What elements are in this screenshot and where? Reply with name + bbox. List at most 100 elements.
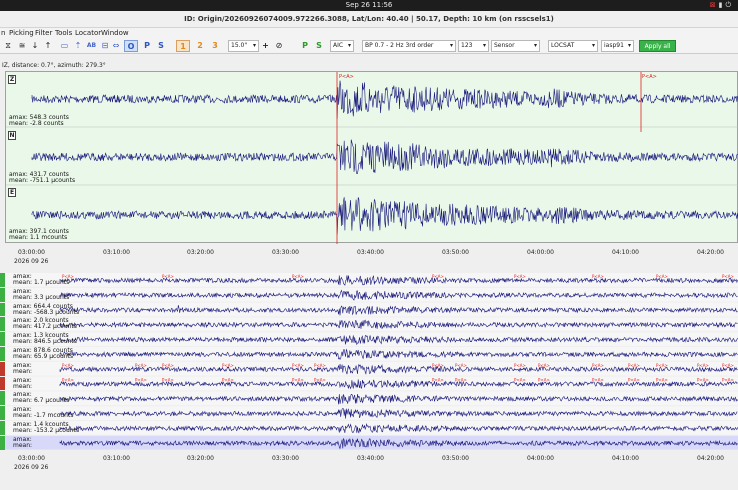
time-tick: 03:00:00 [18, 249, 45, 256]
pick-marker-label[interactable]: P<A> [592, 378, 604, 383]
pick-marker-label[interactable]: P<A> [455, 363, 467, 368]
sort-up-icon[interactable]: ↑ [43, 40, 53, 52]
menu-item-filter[interactable]: Filter [35, 29, 52, 37]
pick-marker-label[interactable]: P<A> [514, 363, 526, 368]
pick-marker-label[interactable]: P<A> [592, 274, 604, 279]
pick-marker-label[interactable]: P<A> [722, 378, 734, 383]
pick-marker-label[interactable]: P<A> [292, 378, 304, 383]
time-tick: 04:00:00 [527, 249, 554, 256]
station-status-bar [0, 421, 5, 435]
station-mean: mean: 3.3 µcounts [13, 293, 70, 301]
pick-marker-label[interactable]: P<A> [339, 74, 354, 80]
apply-all-button[interactable]: Apply all [639, 40, 676, 52]
hide-icon[interactable]: ⊘ [274, 40, 284, 52]
pick-marker-label[interactable]: P<A> [592, 363, 604, 368]
pick-marker-label[interactable]: P<A> [135, 378, 147, 383]
picker-select[interactable]: AIC [330, 40, 354, 52]
pick-marker-label[interactable]: P<A> [722, 363, 734, 368]
pick-marker-label[interactable]: P<A> [455, 378, 467, 383]
time-axis-top: 03:00:00 03:10:00 03:20:00 03:30:00 03:4… [0, 244, 738, 268]
align-icon[interactable]: ≊ [16, 40, 28, 52]
pick-marker-label[interactable]: P<A> [642, 74, 657, 80]
pick-marker-label[interactable]: P<A> [62, 378, 74, 383]
time-tick: 04:10:00 [612, 249, 639, 256]
component-button-2[interactable]: 2 [195, 40, 205, 52]
pick-marker-label[interactable]: P<A> [432, 363, 444, 368]
pick-marker-label[interactable]: P<A> [697, 363, 709, 368]
time-axis-bottom: 03:00:00 03:10:00 03:20:00 03:30:00 03:4… [0, 452, 738, 476]
pick-marker-label[interactable]: P<A> [538, 378, 550, 383]
tool-button-s[interactable]: S [156, 40, 166, 52]
station-row[interactable] [5, 332, 738, 346]
sensor-select[interactable]: Sensor [491, 40, 540, 52]
pick-marker-label[interactable]: P<A> [432, 274, 444, 279]
add-icon[interactable]: + [261, 40, 270, 52]
component-button-1[interactable]: 1 [176, 40, 190, 52]
time-tick: 04:20:00 [697, 455, 724, 462]
menu-item-picking[interactable]: Picking [9, 29, 34, 37]
pick-marker-label[interactable]: P<A> [514, 378, 526, 383]
pick-marker-label[interactable]: P<A> [292, 363, 304, 368]
pick-marker-label[interactable]: P<A> [628, 363, 640, 368]
station-trace-list[interactable]: P<A> P<A> P<A> P<A> P<A> P<A> P<A> P<A> P<A> P<A>… [0, 273, 738, 451]
station-row[interactable] [5, 347, 738, 361]
station-status-bar [0, 332, 5, 346]
menu-item-locator[interactable]: Locator [75, 29, 101, 37]
pick-marker-label[interactable]: P<A> [292, 274, 304, 279]
menu-item-window[interactable]: Window [101, 29, 129, 37]
menu-item-file[interactable]: n [1, 29, 5, 37]
pick-marker-label[interactable]: P<A> [628, 378, 640, 383]
station-row[interactable] [5, 421, 738, 435]
tool-button-o[interactable]: O [124, 40, 138, 52]
pick-marker-label[interactable]: P<A> [514, 274, 526, 279]
pick-marker-label[interactable]: P<A> [162, 274, 174, 279]
pick-marker-label[interactable]: P<A> [222, 378, 234, 383]
pick-s-button[interactable]: S [313, 40, 325, 52]
pick-p-button[interactable]: P [299, 40, 311, 52]
power-icon[interactable]: ⏻ [725, 1, 734, 9]
component-waveform [31, 139, 738, 175]
channel-label-e: E [8, 188, 16, 197]
pick-marker-label[interactable]: P<A> [656, 274, 668, 279]
system-clock: Sep 26 11:56 [345, 1, 393, 9]
pick-marker-label[interactable]: P<A> [656, 378, 668, 383]
pick-marker-label[interactable]: P<A> [656, 363, 668, 368]
pick-marker-label[interactable]: P<A> [432, 378, 444, 383]
station-status-bar [0, 273, 5, 287]
mode-select[interactable]: 123 [458, 40, 489, 52]
align-center-icon[interactable]: ⊟ [100, 40, 110, 52]
window-title: ID: Origin/20260926074009.972266.3088, L… [0, 11, 738, 28]
pick-marker-label[interactable]: P<A> [314, 363, 326, 368]
component-trace-panel[interactable]: Z amax: 548.3 counts mean: -2.8 counts N… [5, 71, 738, 244]
station-traces: P<A> P<A> P<A> P<A> P<A> P<A> P<A> P<A> P<A> P<A>… [5, 273, 738, 450]
pick-marker-label[interactable]: P<A> [697, 378, 709, 383]
distance-icon[interactable]: ⇔ [111, 40, 121, 52]
profile-select[interactable]: iasp91 [601, 40, 634, 52]
pick-marker-label[interactable]: P<A> [135, 363, 147, 368]
close-icon[interactable]: ⊠ [710, 1, 719, 9]
pick-marker-label[interactable]: P<A> [314, 378, 326, 383]
filter-select[interactable]: BP 0.7 - 2 Hz 3rd order [362, 40, 456, 52]
ruler-icon[interactable]: ▭ [58, 40, 71, 52]
up-arrow-icon[interactable]: ⇡ [74, 40, 82, 52]
pick-marker-label[interactable]: P<A> [222, 363, 234, 368]
pick-marker-label[interactable]: P<A> [538, 363, 550, 368]
pick-marker-label[interactable]: P<A> [162, 378, 174, 383]
trace-mean: mean: 1.1 mcounts [9, 234, 68, 241]
station-status-bar [0, 376, 5, 391]
time-tick: 03:20:00 [187, 249, 214, 256]
locator-select[interactable]: LOCSAT [548, 40, 598, 52]
filter-icon[interactable]: ⧖ [3, 40, 13, 52]
sort-icon[interactable]: ↓ [30, 40, 40, 52]
system-tray[interactable]: ⊠▮⏻ [710, 1, 734, 10]
component-button-3[interactable]: 3 [210, 40, 220, 52]
tool-button-p[interactable]: P [142, 40, 152, 52]
pick-marker-label[interactable]: P<A> [62, 363, 74, 368]
pick-marker-label[interactable]: P<A> [722, 274, 734, 279]
abc-icon[interactable]: AB [85, 40, 98, 52]
menu-item-tools[interactable]: Tools [55, 29, 72, 37]
component-traces [6, 72, 738, 244]
time-tick: 03:30:00 [272, 249, 299, 256]
zoom-spinbox[interactable]: 15.0" [228, 40, 259, 52]
pick-marker-label[interactable]: P<A> [162, 363, 174, 368]
